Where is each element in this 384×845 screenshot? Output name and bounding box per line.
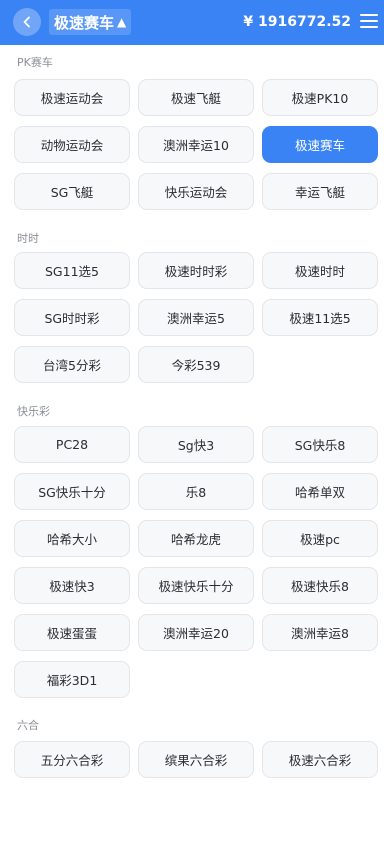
section-label: 六合 [17,719,39,732]
game-button[interactable]: 哈希单双 [262,473,378,510]
game-button[interactable]: 极速时时 [262,252,378,289]
game-button[interactable]: 极速时时彩 [138,252,254,289]
page-title: 极速赛车 [54,13,115,32]
game-title-selector[interactable]: 极速赛车 ▲ [49,9,132,35]
game-button[interactable]: 今彩539 [138,346,254,383]
game-button[interactable]: 极速运动会 [14,79,130,116]
game-button[interactable]: 极速快乐十分 [138,567,254,604]
game-button[interactable]: 极速六合彩 [262,741,378,778]
game-button[interactable]: 哈希大小 [14,520,130,557]
game-button[interactable]: 极速赛车 [262,126,378,163]
chevron-left-icon [23,16,30,28]
game-button[interactable]: 极速11选5 [262,299,378,336]
game-button[interactable]: SG时时彩 [14,299,130,336]
game-button[interactable]: 动物运动会 [14,126,130,163]
caret-up-icon: ▲ [117,15,127,29]
game-button[interactable]: SG快乐十分 [14,473,130,510]
game-button[interactable]: 极速蛋蛋 [14,614,130,651]
hamburger-menu-icon[interactable] [360,14,378,30]
section-label: 时时 [17,232,39,245]
game-button[interactable]: 乐8 [138,473,254,510]
game-button[interactable]: 台湾5分彩 [14,346,130,383]
section-label: 快乐彩 [17,405,50,418]
game-button[interactable]: 幸运飞艇 [262,173,378,210]
game-button[interactable]: 极速快乐8 [262,567,378,604]
game-button[interactable]: SG快乐8 [262,426,378,463]
back-button[interactable] [13,8,41,36]
game-button[interactable]: 极速飞艇 [138,79,254,116]
game-button[interactable]: 澳洲幸运20 [138,614,254,651]
game-button[interactable]: 五分六合彩 [14,741,130,778]
game-button[interactable]: 极速pc [262,520,378,557]
balance-display: ¥ 1916772.52 [243,14,351,30]
game-button[interactable]: 澳洲幸运10 [138,126,254,163]
game-button[interactable]: 福彩3D1 [14,661,130,698]
game-button[interactable]: 快乐运动会 [138,173,254,210]
game-button[interactable]: SG11选5 [14,252,130,289]
game-button[interactable]: SG飞艇 [14,173,130,210]
game-button[interactable]: PC28 [14,426,130,463]
top-header: 极速赛车 ▲ ¥ 1916772.52 [0,0,384,45]
game-button[interactable]: 澳洲幸运5 [138,299,254,336]
game-button[interactable]: 哈希龙虎 [138,520,254,557]
game-button[interactable]: 缤果六合彩 [138,741,254,778]
game-button[interactable]: Sg快3 [138,426,254,463]
game-button[interactable]: 极速快3 [14,567,130,604]
game-button[interactable]: 澳洲幸运8 [262,614,378,651]
section-label: PK赛车 [17,56,53,69]
game-button[interactable]: 极速PK10 [262,79,378,116]
